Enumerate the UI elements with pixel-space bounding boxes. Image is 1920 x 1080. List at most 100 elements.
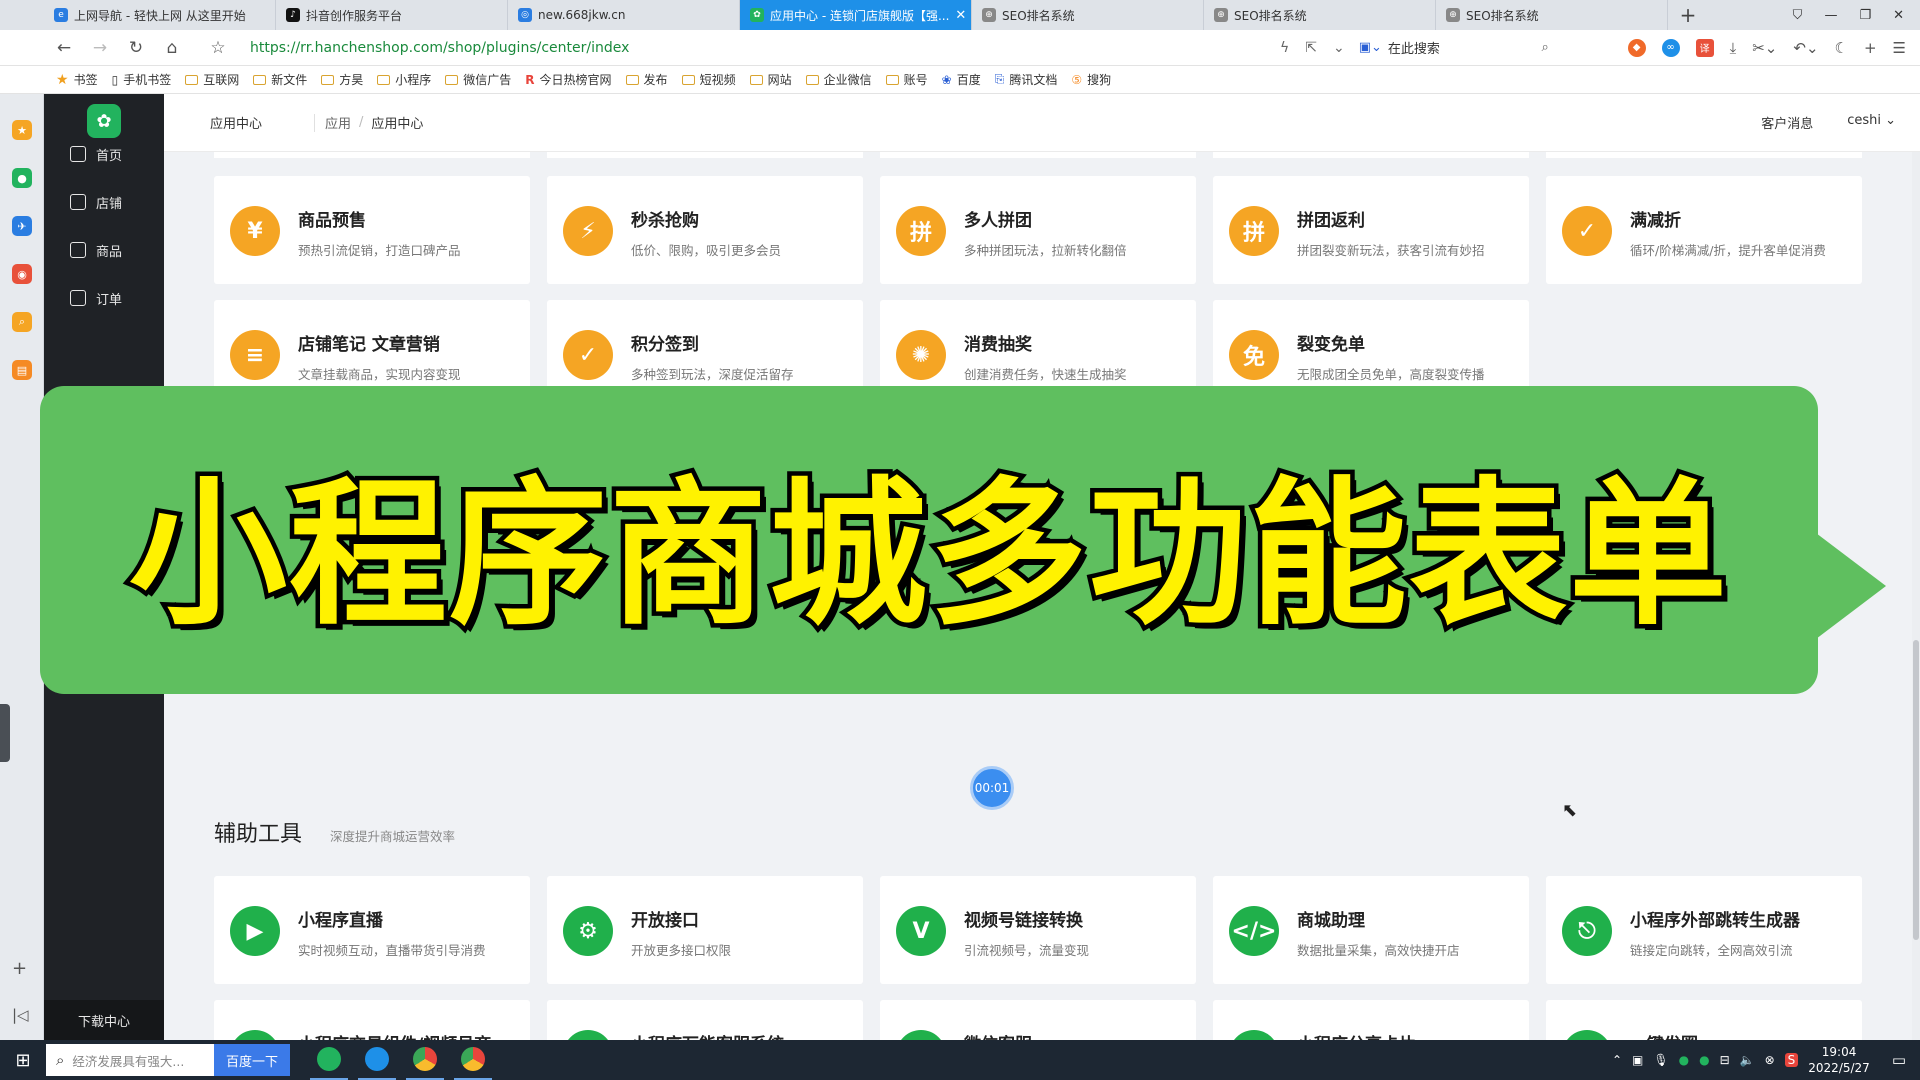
tab-close-icon[interactable]: ✕ bbox=[955, 8, 966, 23]
rail-drag-handle[interactable] bbox=[0, 704, 10, 762]
sidebar-item-goods[interactable]: 商品 bbox=[44, 226, 164, 274]
bookmark-item[interactable]: ❀ 百度 bbox=[942, 71, 981, 88]
app-card[interactable]: 拼拼团返利 拼团裂变新玩法，获客引流有妙招 bbox=[1213, 176, 1529, 284]
night-mode-icon[interactable]: ☾ bbox=[1835, 39, 1848, 57]
sidebar-item-orders[interactable]: 订单 bbox=[44, 274, 164, 322]
tray-close-icon[interactable]: ⊗ bbox=[1765, 1053, 1775, 1067]
translate-icon[interactable]: 译 bbox=[1695, 38, 1714, 57]
forward-icon[interactable]: → bbox=[82, 38, 118, 58]
bookmark-item[interactable]: ⑤ 搜狗 bbox=[1071, 71, 1111, 88]
tray-app-icon[interactable]: ▣ bbox=[1632, 1053, 1643, 1067]
home-icon[interactable]: ⌂ bbox=[154, 38, 190, 58]
nav-app-center[interactable]: 应用中心 bbox=[210, 113, 262, 132]
back-icon[interactable]: ← bbox=[46, 38, 82, 58]
browser-tab[interactable]: e 上网导航 - 轻快上网 从这里开始 bbox=[44, 0, 276, 30]
rail-app-icon[interactable]: ✈ bbox=[12, 216, 32, 236]
rail-weibo-icon[interactable]: ◉ bbox=[12, 264, 32, 284]
chevron-down-icon[interactable]: ⌄ bbox=[1333, 40, 1345, 56]
breadcrumb-app[interactable]: 应用 bbox=[325, 113, 351, 132]
search-icon[interactable]: ⌕ bbox=[1541, 40, 1548, 55]
bookmark-star-icon[interactable]: ☆ bbox=[200, 38, 236, 58]
taskbar-chrome2-icon[interactable] bbox=[454, 1040, 492, 1080]
notification-icon[interactable]: ▭ bbox=[1892, 1051, 1906, 1069]
app-card[interactable]: </> 商城助理 数据批量采集，高效快捷开店 bbox=[1213, 876, 1529, 984]
bookmark-item[interactable]: ⎘ 腾讯文档 bbox=[995, 71, 1058, 88]
sidebar-item-home[interactable]: 首页 bbox=[44, 130, 164, 178]
rail-add-icon[interactable]: + bbox=[12, 958, 27, 979]
app-card[interactable]: 拼多人拼团 多种拼团玩法，拉新转化翻倍 bbox=[880, 176, 1196, 284]
bookmark-item[interactable]: 小程序 bbox=[377, 71, 431, 88]
bookmark-item[interactable]: 新文件 bbox=[253, 71, 307, 88]
rail-notes-icon[interactable]: ▤ bbox=[12, 360, 32, 380]
browser-tab[interactable]: ⊕ SEO排名系统 bbox=[1436, 0, 1668, 30]
rail-wechat-icon[interactable]: ● bbox=[12, 168, 32, 188]
reload-icon[interactable]: ↻ bbox=[118, 38, 154, 58]
tray-expand-icon[interactable]: ⌃ bbox=[1612, 1053, 1622, 1067]
app-card[interactable]: 小程序万能客服系统 bbox=[547, 1000, 863, 1040]
browser-tab[interactable]: ⊕ SEO排名系统 bbox=[1204, 0, 1436, 30]
rail-favorites-icon[interactable]: ★ bbox=[12, 120, 32, 140]
app-card[interactable]: ¥ 商品预售 预热引流促销，打造口碑产品 bbox=[214, 176, 530, 284]
baidu-search-button[interactable]: 百度一下 bbox=[214, 1044, 290, 1076]
bookmark-item[interactable]: 短视频 bbox=[681, 71, 736, 88]
bookmark-item[interactable]: 企业微信 bbox=[805, 71, 872, 88]
tray-wechat-icon[interactable]: ● bbox=[1679, 1053, 1689, 1067]
bookmark-item[interactable]: 互联网 bbox=[185, 71, 239, 88]
app-card[interactable]: ⚙ 开放接口 开放更多接口权限 bbox=[547, 876, 863, 984]
microphone-icon[interactable]: 🎙 bbox=[1653, 1053, 1668, 1067]
app-card[interactable]: 小程序分享卡片 bbox=[1213, 1000, 1529, 1040]
menu-icon[interactable]: ☰ bbox=[1893, 39, 1906, 57]
url-field[interactable]: https://rr.hanchenshop.com/shop/plugins/… bbox=[250, 40, 1270, 56]
tray-wechat2-icon[interactable]: ● bbox=[1699, 1053, 1709, 1067]
new-tab-button[interactable]: + bbox=[1668, 0, 1708, 30]
bookmark-item[interactable]: 发布 bbox=[625, 71, 668, 88]
volume-icon[interactable]: 🔈 bbox=[1740, 1053, 1755, 1067]
app-card[interactable]: ⚡ 秒杀抢购 低价、限购，吸引更多会员 bbox=[547, 176, 863, 284]
rail-search-icon[interactable]: ⌕ bbox=[12, 312, 32, 332]
scrollbar[interactable] bbox=[1912, 152, 1920, 1040]
app-card[interactable]: 微信客服 bbox=[880, 1000, 1196, 1040]
download-icon[interactable]: ⤓ bbox=[1730, 39, 1737, 57]
minimize-icon[interactable]: — bbox=[1824, 8, 1837, 23]
game-icon[interactable]: ◆ bbox=[1627, 38, 1646, 57]
customer-messages-link[interactable]: 客户消息 bbox=[1761, 113, 1813, 132]
add-icon[interactable]: + bbox=[1864, 39, 1877, 57]
network-icon[interactable]: ⊟ bbox=[1720, 1053, 1730, 1067]
browser-tab[interactable]: ♪ 抖音创作服务平台 bbox=[276, 0, 508, 30]
browser-tab[interactable]: ⊕ SEO排名系统 bbox=[972, 0, 1204, 30]
app-card[interactable]: 一键发圈 bbox=[1546, 1000, 1862, 1040]
input-method-icon[interactable]: S bbox=[1784, 1053, 1799, 1067]
app-card[interactable]: ✓ 满减折 循环/阶梯满减/折，提升客单促消费 bbox=[1546, 176, 1862, 284]
scissors-icon[interactable]: ✂⌄ bbox=[1752, 39, 1777, 57]
bookmark-item[interactable]: 方昊 bbox=[321, 71, 363, 88]
app-card[interactable]: 小程序交易组件/视频号商 bbox=[214, 1000, 530, 1040]
bookmark-item[interactable]: R 今日热榜官网 bbox=[525, 71, 611, 88]
scrollbar-thumb[interactable] bbox=[1913, 640, 1919, 940]
bookmark-item[interactable]: 微信广告 bbox=[445, 71, 511, 88]
sidebar-item-store[interactable]: 店铺 bbox=[44, 178, 164, 226]
bookmark-item[interactable]: ▯ 手机书签 bbox=[112, 71, 172, 88]
bookmark-item[interactable]: 账号 bbox=[885, 71, 928, 88]
close-window-icon[interactable]: ✕ bbox=[1893, 8, 1904, 23]
search-engine-box[interactable]: ▣⌄ 在此搜索 ⌕ bbox=[1359, 38, 1549, 57]
browser-tab[interactable]: ✿ 应用中心 - 连锁门店旗舰版【强... ✕ bbox=[740, 0, 972, 30]
taskbar-wechat-icon[interactable] bbox=[310, 1040, 348, 1080]
browser-tab[interactable]: ◎ new.668jkw.cn bbox=[508, 0, 740, 30]
undo-icon[interactable]: ↶⌄ bbox=[1793, 39, 1818, 57]
bookmark-item[interactable]: ★ 书签 bbox=[56, 71, 98, 88]
app-card[interactable]: V 视频号链接转换 引流视频号，流量变现 bbox=[880, 876, 1196, 984]
shirt-icon[interactable]: ⛉ bbox=[1793, 8, 1803, 23]
taskbar-clock[interactable]: 19:04 2022/5/27 bbox=[1808, 1044, 1870, 1076]
app-card[interactable]: ⎋ 小程序外部跳转生成器 链接定向跳转，全网高效引流 bbox=[1546, 876, 1862, 984]
taskbar-chrome-icon[interactable] bbox=[406, 1040, 444, 1080]
rail-collapse-icon[interactable]: |◁ bbox=[12, 1006, 29, 1024]
flash-icon[interactable]: ϟ bbox=[1280, 40, 1289, 56]
windows-start-icon[interactable]: ⊞ bbox=[0, 1050, 46, 1071]
download-center-link[interactable]: 下载中心 bbox=[44, 1000, 164, 1040]
bookmark-item[interactable]: 网站 bbox=[749, 71, 792, 88]
app-card[interactable]: ▶ 小程序直播 实时视频互动，直播带货引导消费 bbox=[214, 876, 530, 984]
restore-icon[interactable]: ❐ bbox=[1859, 8, 1871, 23]
extension-icon[interactable]: ∞ bbox=[1661, 38, 1680, 57]
taskbar-browser-icon[interactable] bbox=[358, 1040, 396, 1080]
user-menu[interactable]: ceshi ⌄ bbox=[1847, 113, 1896, 132]
